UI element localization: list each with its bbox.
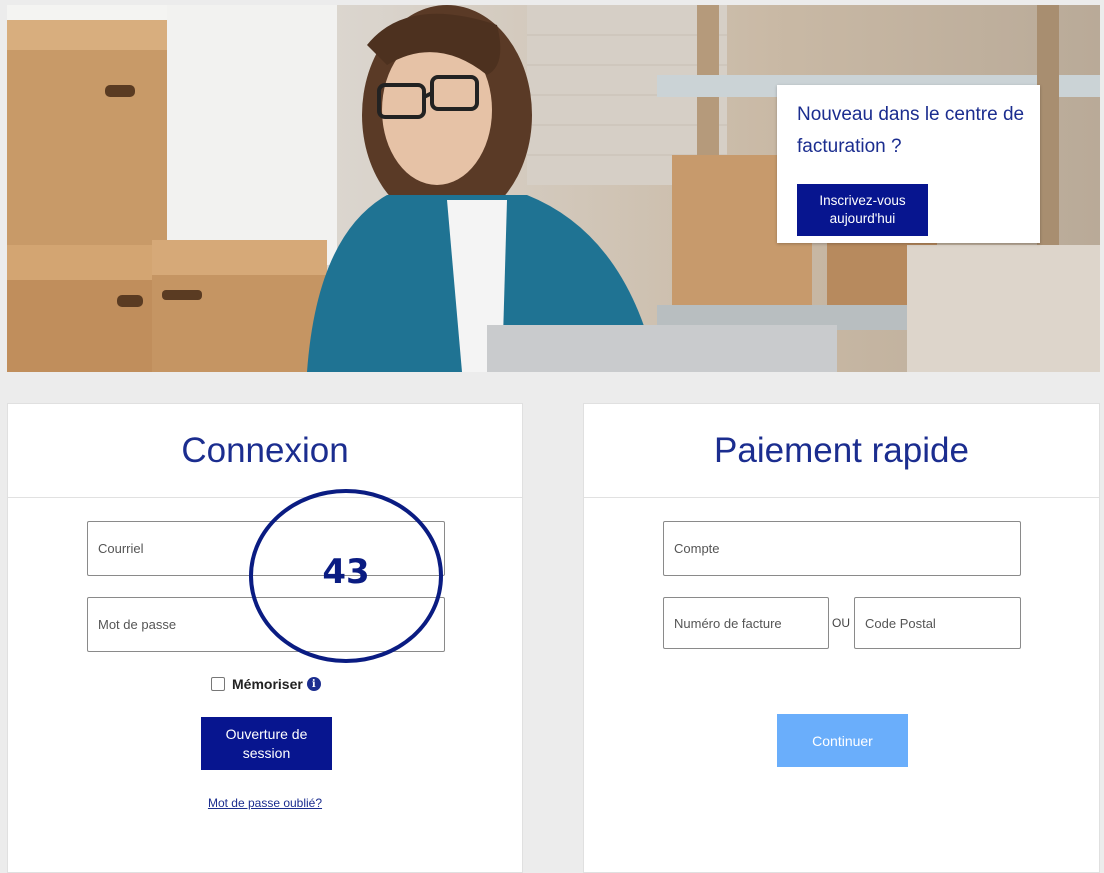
login-title: Connexion [8,404,522,498]
login-button[interactable]: Ouverture de session [201,717,332,770]
quick-pay-card: Paiement rapide OU Continuer [583,403,1100,873]
signup-promo-text: Nouveau dans le centre de facturation ? [797,104,1025,157]
login-card: Connexion Mémoriser i Ouverture de sessi… [7,403,523,873]
remember-checkbox[interactable] [211,677,225,691]
postal-code-field[interactable] [854,597,1021,649]
hero-banner: Nouveau dans le centre de facturation ? … [7,5,1100,372]
info-icon[interactable]: i [306,677,321,691]
remember-me: Mémoriser i [211,676,321,692]
quick-pay-title: Paiement rapide [584,404,1099,498]
forgot-password-link[interactable]: Mot de passe oublié? [8,796,522,810]
signup-promo-card: Nouveau dans le centre de facturation ? … [777,85,1040,243]
signup-button[interactable]: Inscrivez-vous aujourd'hui [797,184,928,236]
invoice-number-field[interactable] [663,597,829,649]
or-label: OU [832,616,850,630]
email-field[interactable] [87,521,445,576]
account-field[interactable] [663,521,1021,576]
continue-button[interactable]: Continuer [777,714,908,767]
remember-label: Mémoriser [232,676,303,692]
password-field[interactable] [87,597,445,652]
